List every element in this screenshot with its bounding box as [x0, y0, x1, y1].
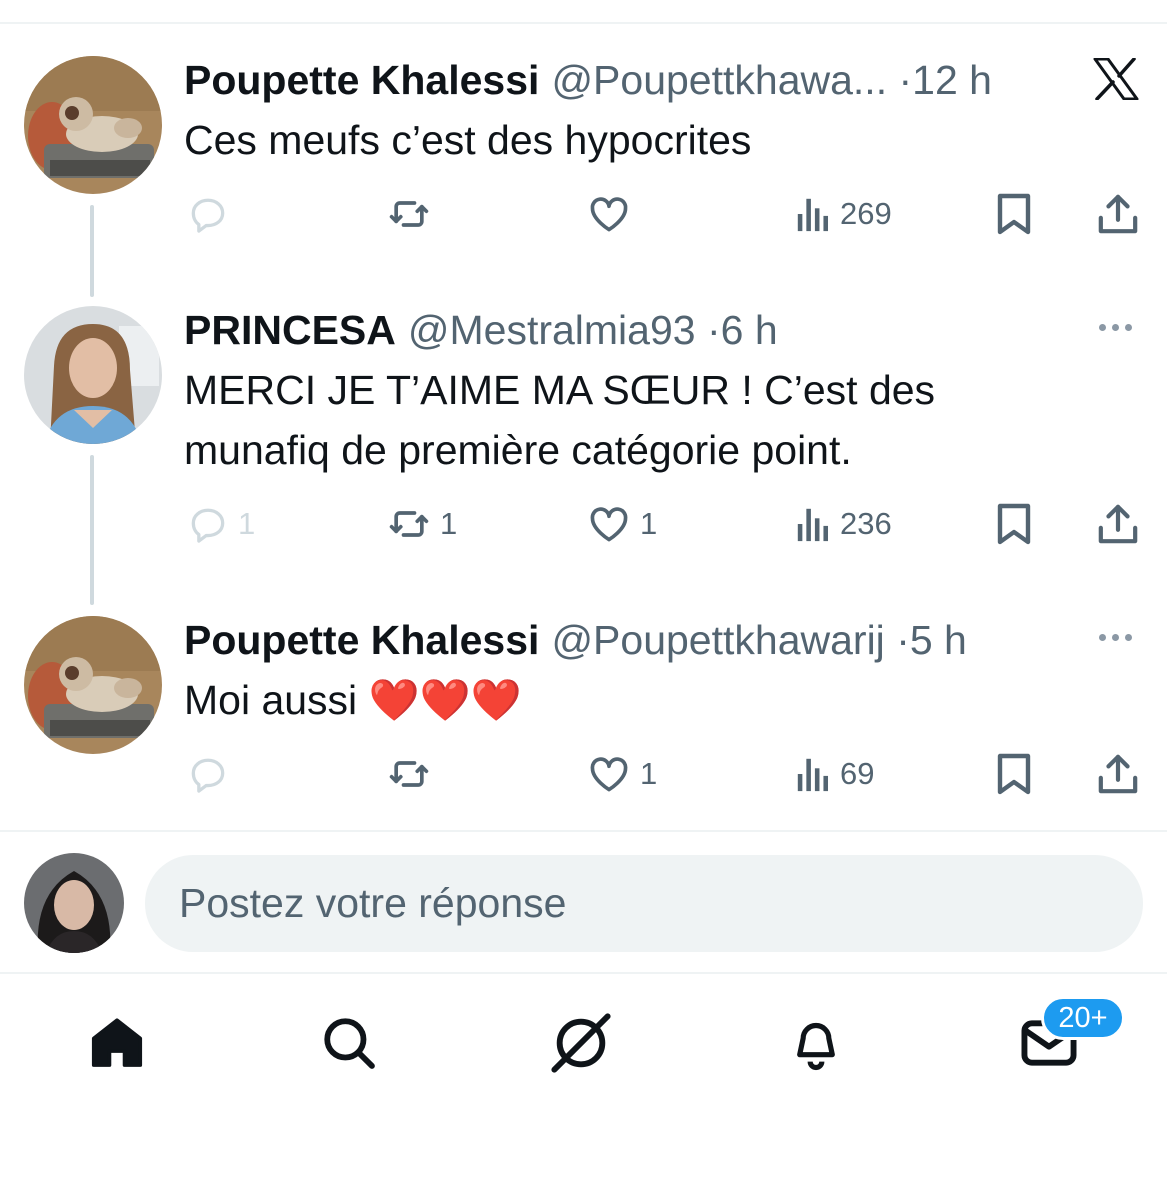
composer-divider [0, 830, 1167, 832]
views-count: 236 [840, 506, 892, 541]
views-count: 69 [840, 756, 875, 791]
separator-dot: · [898, 57, 913, 103]
messages-badge: 20+ [1041, 996, 1125, 1040]
tweet-text: MERCI JE T’AIME MA SŒUR ! C’est des muna… [184, 360, 935, 480]
reply-button[interactable] [186, 190, 238, 238]
grok-icon [551, 1013, 611, 1073]
repost-icon [389, 201, 429, 227]
bottom-navigation [0, 990, 1167, 1100]
avatar-poupette-khalessi[interactable] [24, 56, 162, 194]
x-logo-icon [1093, 57, 1139, 105]
heart-icon [590, 507, 628, 542]
avatar-princesa[interactable] [24, 306, 162, 444]
avatar-poupette-khalessi[interactable] [24, 616, 162, 754]
share-upload-icon [1098, 194, 1138, 234]
share-button[interactable] [1097, 750, 1139, 798]
tweet-text-line: Ces meufs c’est des hypocrites [184, 117, 752, 163]
tweet-text: Ces meufs c’est des hypocrites [184, 110, 751, 170]
tweet-actions: 269 [0, 190, 1167, 238]
reply-button[interactable]: 1 [186, 500, 255, 548]
avatar-image-woman [24, 306, 162, 444]
tweet-2[interactable]: PRINCESA @Mestralmia93 ·6 h MERCI JE T’AI… [0, 306, 1167, 556]
current-user-avatar[interactable] [24, 853, 124, 953]
views-chart-icon [797, 758, 829, 792]
more-options-icon[interactable] [1099, 324, 1132, 331]
reply-button[interactable] [186, 750, 238, 798]
like-button[interactable] [586, 190, 640, 238]
timestamp[interactable]: 12 h [912, 57, 992, 103]
share-button[interactable] [1097, 190, 1139, 238]
tweet-3[interactable]: Poupette Khalessi @Poupettkhawarij ·5 h M… [0, 616, 1167, 816]
views-button[interactable]: 236 [794, 500, 892, 548]
like-count: 1 [640, 756, 658, 791]
heart-icon [590, 197, 628, 232]
repost-count: 1 [440, 506, 458, 541]
tweet-actions: 1 1 1 236 [0, 500, 1167, 548]
reply-count: 1 [238, 506, 256, 541]
separator-dot: · [896, 617, 910, 663]
top-divider [0, 22, 1167, 24]
bookmark-button[interactable] [994, 500, 1034, 548]
nav-home[interactable] [82, 1008, 152, 1078]
reply-input[interactable] [145, 855, 1143, 952]
bookmark-button[interactable] [994, 190, 1034, 238]
tweet-header: PRINCESA @Mestralmia93 ·6 h [184, 306, 778, 354]
tweet-text-line: munafiq de première catégorie point. [184, 427, 852, 473]
views-chart-icon [797, 198, 829, 232]
repost-button[interactable] [386, 190, 440, 238]
avatar-image-user [24, 853, 124, 953]
author-handle[interactable]: @Poupettkhawarij [551, 617, 884, 663]
home-icon [91, 1018, 143, 1067]
views-count: 269 [840, 196, 892, 231]
share-upload-icon [1098, 754, 1138, 794]
like-count: 1 [640, 506, 658, 541]
separator-dot: · [706, 307, 721, 353]
timestamp[interactable]: 5 h [910, 617, 967, 663]
author-handle[interactable]: @Mestralmia93 [408, 307, 696, 353]
reply-icon [191, 758, 225, 793]
nav-notifications[interactable] [781, 1008, 851, 1078]
tweet-text: Moi aussi ❤️❤️❤️ [184, 670, 522, 730]
author-handle[interactable]: @Poupettkhawa... [551, 57, 887, 103]
timestamp[interactable]: 6 h [721, 307, 778, 353]
share-upload-icon [1098, 504, 1138, 544]
reply-icon [191, 198, 225, 233]
bottom-nav-divider [0, 972, 1167, 974]
search-icon [324, 1018, 375, 1069]
views-button[interactable]: 269 [794, 190, 892, 238]
notifications-bell-icon [797, 1022, 835, 1071]
like-button[interactable]: 1 [586, 500, 657, 548]
bookmark-icon [997, 193, 1031, 235]
heart-icon [590, 757, 628, 792]
avatar-image-monkey [24, 616, 162, 754]
more-options-icon[interactable] [1099, 634, 1132, 641]
tweet-header: Poupette Khalessi @Poupettkhawa... ·12 h [184, 56, 992, 104]
repost-button[interactable]: 1 [386, 500, 457, 548]
nav-grok[interactable] [546, 1008, 616, 1078]
author-name[interactable]: PRINCESA [184, 307, 396, 353]
like-button[interactable]: 1 [586, 750, 657, 798]
tweet-actions: 1 69 [0, 750, 1167, 798]
tweet-1[interactable]: Poupette Khalessi @Poupettkhawa... ·12 h … [0, 56, 1167, 256]
author-name[interactable]: Poupette Khalessi [184, 57, 539, 103]
avatar-image-monkey [24, 56, 162, 194]
share-button[interactable] [1097, 500, 1139, 548]
tweet-text-line: Moi aussi ❤️❤️❤️ [184, 677, 522, 723]
tweet-text-line: MERCI JE T’AIME MA SŒUR ! C’est des [184, 367, 936, 413]
reply-icon [191, 508, 225, 543]
repost-icon [389, 511, 429, 537]
bookmark-button[interactable] [994, 750, 1034, 798]
views-chart-icon [797, 508, 829, 542]
repost-button[interactable] [386, 750, 440, 798]
bookmark-icon [997, 503, 1031, 545]
views-button[interactable]: 69 [794, 750, 874, 798]
repost-icon [389, 761, 429, 787]
bookmark-icon [997, 753, 1031, 795]
tweet-header: Poupette Khalessi @Poupettkhawarij ·5 h [184, 616, 967, 664]
author-name[interactable]: Poupette Khalessi [184, 617, 539, 663]
nav-search[interactable] [314, 1008, 384, 1078]
